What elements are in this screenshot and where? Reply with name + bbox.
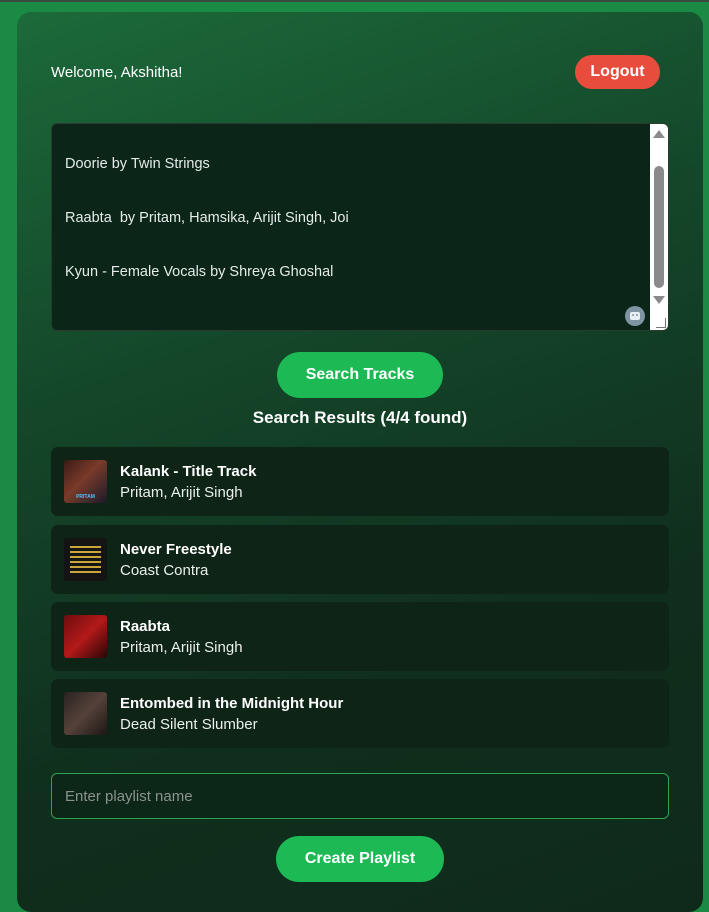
- album-art: [64, 615, 107, 658]
- main-card: Welcome, Akshitha! Logout Doorie by Twin…: [17, 12, 703, 912]
- album-art: [64, 692, 107, 735]
- track-line: Kyun - Female Vocals by Shreya Ghoshal: [65, 264, 334, 280]
- album-art-text: PRITAM: [76, 494, 95, 500]
- result-artist: Pritam, Arijit Singh: [120, 639, 243, 656]
- search-results-heading: Search Results (4/4 found): [252, 408, 468, 427]
- result-title: Raabta: [120, 618, 171, 635]
- result-title: Entombed in the Midnight Hour: [120, 695, 344, 712]
- search-tracks-button[interactable]: Search Tracks: [277, 352, 443, 398]
- track-line: Doorie by Twin Strings: [65, 156, 210, 172]
- welcome-text: Welcome, Akshitha!: [51, 64, 183, 81]
- logout-button[interactable]: Logout: [575, 55, 660, 89]
- scroll-thumb[interactable]: [654, 166, 664, 288]
- result-artist: Dead Silent Slumber: [120, 716, 258, 733]
- result-artist: Coast Contra: [120, 562, 209, 579]
- result-item[interactable]: PRITAM Kalank - Title Track Pritam, Arij…: [51, 447, 669, 516]
- result-item[interactable]: Never Freestyle Coast Contra: [51, 525, 669, 594]
- track-line: Raabta by Pritam, Hamsika, Arijit Singh,…: [65, 210, 349, 226]
- scroll-up-arrow-icon[interactable]: [653, 130, 665, 138]
- scroll-down-arrow-icon[interactable]: [653, 296, 665, 304]
- resize-grip-icon[interactable]: [656, 318, 666, 328]
- create-playlist-button[interactable]: Create Playlist: [276, 836, 444, 882]
- album-art: [64, 538, 107, 581]
- result-item[interactable]: Entombed in the Midnight Hour Dead Silen…: [51, 679, 669, 748]
- result-artist: Pritam, Arijit Singh: [120, 484, 243, 501]
- result-title: Never Freestyle: [120, 541, 232, 558]
- result-item[interactable]: Raabta Pritam, Arijit Singh: [51, 602, 669, 671]
- window-top-border: [0, 0, 709, 2]
- album-art: PRITAM: [64, 460, 107, 503]
- textarea-scrollbar[interactable]: [650, 124, 668, 330]
- track-list-textarea[interactable]: Doorie by Twin Strings Raabta by Pritam,…: [51, 123, 669, 331]
- bot-icon[interactable]: [625, 306, 645, 326]
- result-title: Kalank - Title Track: [120, 463, 257, 480]
- playlist-name-input[interactable]: [51, 773, 669, 819]
- track-list-content: Doorie by Twin Strings Raabta by Pritam,…: [65, 148, 349, 310]
